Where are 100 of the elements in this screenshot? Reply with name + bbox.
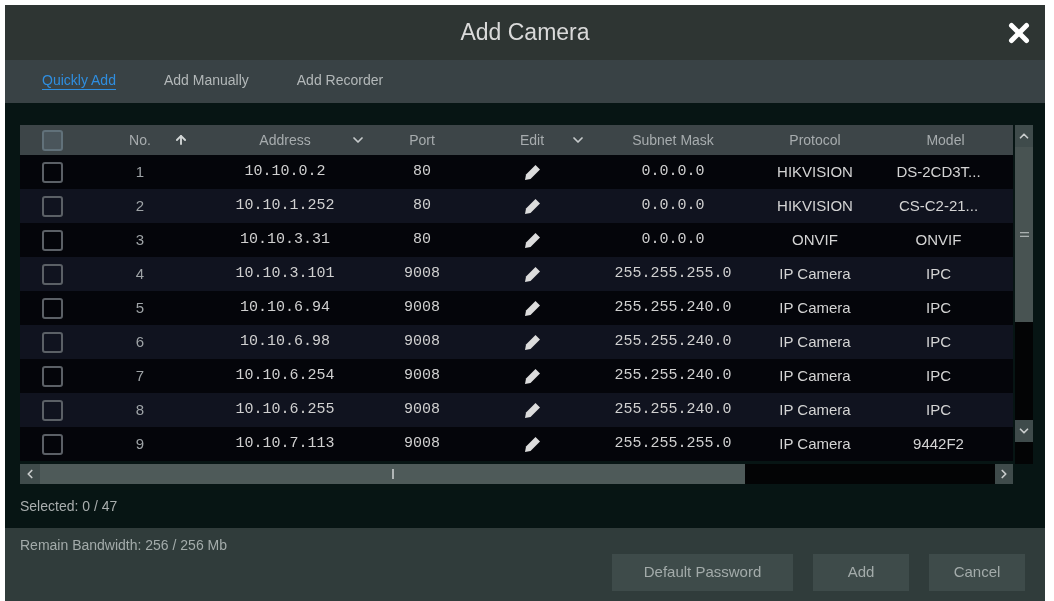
table-cell-text: 3 (135, 229, 145, 250)
table-row[interactable]: 4 10.10.3.101 9008 255.255.255.0 IP Camera IPC (20, 257, 1013, 291)
table-cell-text: 9008 (404, 365, 440, 386)
selection-count-text: Selected: 0 / 47 (20, 496, 118, 516)
table-cell-text: IP Camera (779, 331, 851, 352)
pencil-icon[interactable] (523, 231, 541, 249)
table-row[interactable]: 9 10.10.7.113 9008 255.255.255.0 IP Camera 9442F2 (20, 427, 1013, 461)
column-header: No. (129, 130, 151, 150)
pencil-icon[interactable] (523, 401, 541, 419)
table-cell-text: 9442F2 (913, 433, 964, 454)
table-cell-text: 10.10.3.31 (240, 229, 330, 250)
checkbox[interactable] (41, 297, 63, 319)
scroll-right-button[interactable] (995, 464, 1013, 484)
pencil-icon[interactable] (523, 435, 541, 453)
table-cell-text: IP Camera (779, 297, 851, 318)
scrollbar-thumb[interactable] (1015, 147, 1033, 322)
pencil-icon[interactable] (523, 265, 541, 283)
table-cell-text: IP Camera (779, 399, 851, 420)
table-cell-text: IPC (926, 297, 951, 318)
checkbox[interactable] (41, 195, 63, 217)
table-cell-text: 5 (135, 297, 145, 318)
table-cell-text: 0.0.0.0 (641, 229, 705, 250)
table-cell-text: IPC (926, 399, 951, 420)
table-cell-text: 0.0.0.0 (641, 195, 705, 216)
table-cell-text: 10.10.3.101 (235, 263, 335, 284)
table-cell-text: 9008 (404, 331, 440, 352)
table-cell-text: IPC (926, 365, 951, 386)
table-cell-text: 2 (135, 195, 145, 216)
pencil-icon[interactable] (523, 367, 541, 385)
table-row[interactable]: 2 10.10.1.252 80 0.0.0.0 HIKVISION CS-C2-21... (20, 189, 1013, 223)
table-cell-text: HIKVISION (777, 161, 853, 182)
table-cell-text: ONVIF (792, 229, 838, 250)
table-cell-text: 7 (135, 365, 145, 386)
table-row[interactable]: 6 10.10.6.98 9008 255.255.240.0 IP Camera IPC (20, 325, 1013, 359)
dialog-title: Add Camera (460, 18, 590, 48)
table-cell-text: 255.255.240.0 (614, 297, 732, 318)
table-cell-text: 255.255.240.0 (614, 399, 732, 420)
table-cell-text: 0.0.0.0 (641, 161, 705, 182)
checkbox[interactable] (41, 399, 63, 421)
column-header: Protocol (789, 130, 841, 150)
column-header: Address (259, 130, 311, 150)
scroll-up-button[interactable] (1015, 125, 1033, 147)
table-cell-text: 4 (135, 263, 145, 284)
scroll-left-button[interactable] (20, 464, 40, 484)
checkbox[interactable] (41, 229, 63, 251)
checkbox[interactable] (41, 331, 63, 353)
table-cell-text: 9008 (404, 399, 440, 420)
table-cell-text: 9008 (404, 297, 440, 318)
checkbox[interactable] (41, 161, 63, 183)
checkbox[interactable] (41, 263, 63, 285)
table-cell-text: 80 (413, 195, 431, 216)
checkbox[interactable] (41, 129, 63, 151)
table-cell-text: 10.10.6.94 (240, 297, 330, 318)
table-row[interactable]: 1 10.10.0.2 80 0.0.0.0 HIKVISION DS-2CD3T... (20, 155, 1013, 189)
table-cell-text: CS-C2-21... (898, 195, 979, 216)
table-cell-text: 10.10.6.254 (235, 365, 335, 386)
default-password-button[interactable]: Default Password (612, 554, 793, 591)
scroll-down-button[interactable] (1015, 420, 1033, 442)
checkbox[interactable] (41, 365, 63, 387)
table-cell-text: IPC (926, 331, 951, 352)
table-row[interactable]: 8 10.10.6.255 9008 255.255.240.0 IP Camera IPC (20, 393, 1013, 427)
table-cell-text: 9008 (404, 433, 440, 454)
grip-icon (391, 469, 394, 479)
table-cell-text: 80 (413, 161, 431, 182)
table-cell-text: 8 (135, 399, 145, 420)
pencil-icon[interactable] (523, 333, 541, 351)
table-row[interactable]: 3 10.10.3.31 80 0.0.0.0 ONVIF ONVIF (20, 223, 1013, 257)
table-cell-text: IPC (926, 263, 951, 284)
tab[interactable]: Add Recorder (296, 70, 384, 90)
add-button[interactable]: Add (813, 554, 909, 591)
grip-icon (1019, 232, 1029, 237)
table-cell-text: 9 (135, 433, 145, 454)
column-header: Port (409, 130, 435, 150)
table-cell-text: IP Camera (779, 263, 851, 284)
table-row[interactable]: 5 10.10.6.94 9008 255.255.240.0 IP Camera IPC (20, 291, 1013, 325)
table-row[interactable]: 7 10.10.6.254 9008 255.255.240.0 IP Camera IPC (20, 359, 1013, 393)
bandwidth-text: Remain Bandwidth: 256 / 256 Mb (20, 536, 228, 554)
table-cell-text: DS-2CD3T... (896, 161, 981, 182)
table-cell-text: 9008 (404, 263, 440, 284)
table-cell-text: 10.10.1.252 (235, 195, 335, 216)
scrollbar-thumb[interactable] (40, 464, 745, 484)
table-cell-text: 255.255.240.0 (614, 331, 732, 352)
table-cell-text: 10.10.6.255 (235, 399, 335, 420)
table-cell-text: 10.10.6.98 (240, 331, 330, 352)
table-cell-text: 255.255.240.0 (614, 365, 732, 386)
pencil-icon[interactable] (523, 197, 541, 215)
table-cell-text: 10.10.0.2 (244, 161, 326, 182)
table-cell-text: HIKVISION (777, 195, 853, 216)
table-cell-text: 80 (413, 229, 431, 250)
column-header: Edit (519, 130, 545, 150)
pencil-icon[interactable] (523, 163, 541, 181)
column-header: Model (926, 130, 965, 150)
tab[interactable]: Add Manually (163, 70, 249, 90)
checkbox[interactable] (41, 433, 63, 455)
cancel-button[interactable]: Cancel (929, 554, 1025, 591)
table-cell-text: 10.10.7.113 (235, 433, 335, 454)
table-cell-text: ONVIF (915, 229, 962, 250)
column-header: Subnet Mask (632, 130, 714, 150)
pencil-icon[interactable] (523, 299, 541, 317)
table-cell-text: IP Camera (779, 365, 851, 386)
